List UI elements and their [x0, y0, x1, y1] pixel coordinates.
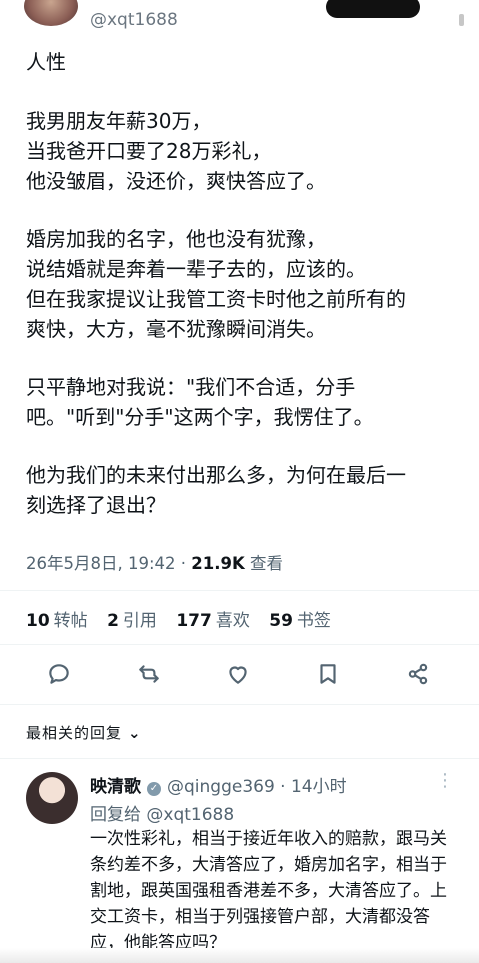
bookmark-icon — [320, 664, 336, 684]
author-handle[interactable]: @xqt1688 — [90, 10, 178, 30]
repost-icon — [139, 665, 159, 683]
reply-button[interactable] — [37, 652, 81, 696]
post-paragraph: 我男朋友年薪30万， 当我爸开口要了28万彩礼， 他没皱眉，没还价，爽快答应了。 — [26, 109, 326, 193]
follow-button[interactable] — [326, 0, 420, 18]
chevron-down-icon: ⌄ — [128, 724, 142, 742]
reply-header: 映清歌 ✓ @qingge369 · 14小时 — [90, 772, 347, 797]
views-count: 21.9K — [191, 554, 245, 573]
bookmark-button[interactable] — [306, 652, 350, 696]
post-paragraph: 他为我们的未来付出那么多，为何在最后一 刻选择了退出？ — [26, 463, 406, 517]
bottom-edge — [0, 948, 479, 963]
reply-to-label: 回复给 — [90, 805, 141, 825]
action-bar — [0, 652, 479, 696]
post-paragraph: 婚房加我的名字，他也没有犹豫， 说结婚就是奔着一辈子去的，应该的。 但在我家提议… — [26, 227, 406, 341]
replies-sort-dropdown[interactable]: 最相关的回复 ⌄ — [26, 722, 142, 743]
reply-author-name[interactable]: 映清歌 — [90, 777, 141, 797]
reply-to: 回复给 @xqt1688 — [90, 800, 234, 825]
reply-time: · 14小时 — [274, 777, 347, 797]
share-button[interactable] — [396, 652, 440, 696]
scrollbar[interactable] — [459, 14, 464, 26]
replies-sort-label: 最相关的回复 — [26, 724, 123, 742]
reply-icon — [49, 664, 69, 684]
post-timestamp[interactable]: 26年5月8日, 19:42 · — [26, 554, 191, 573]
verified-badge-icon: ✓ — [147, 782, 161, 796]
divider — [0, 644, 479, 645]
likes-stat[interactable]: 177 喜欢 — [176, 611, 250, 631]
reply-to-handle[interactable]: @xqt1688 — [146, 805, 234, 825]
share-icon — [408, 663, 428, 685]
post-body: 我男朋友年薪30万， 当我爸开口要了28万彩礼， 他没皱眉，没还价，爽快答应了。… — [26, 106, 466, 548]
post-meta: 26年5月8日, 19:42 · 21.9K 查看 — [26, 550, 283, 574]
divider — [0, 758, 479, 759]
like-icon — [229, 666, 247, 684]
repost-button[interactable] — [127, 652, 171, 696]
post-stats: 10 转帖 2 引用 177 喜欢 59 书签 — [26, 606, 345, 631]
reply-author-handle[interactable]: @qingge369 — [167, 777, 275, 797]
reply-avatar[interactable] — [26, 772, 78, 824]
divider — [0, 590, 479, 591]
quotes-stat[interactable]: 2 引用 — [107, 611, 157, 631]
post-paragraph: 只平静地对我说："我们不合适，分手 吧。"听到"分手"这两个字，我愣住了。 — [26, 375, 374, 429]
author-avatar[interactable] — [24, 0, 78, 26]
more-options-icon[interactable]: ⋮ — [436, 770, 454, 791]
reply-body: 一次性彩礼，相当于接近年收入的赔款，跟马关条约差不多，大清答应了，婚房加名字，相… — [90, 829, 447, 953]
reposts-stat[interactable]: 10 转帖 — [26, 611, 88, 631]
bookmarks-stat[interactable]: 59 书签 — [269, 611, 331, 631]
like-button[interactable] — [216, 652, 260, 696]
views-label: 查看 — [250, 554, 284, 573]
post-title: 人性 — [26, 50, 66, 74]
divider — [0, 704, 479, 705]
